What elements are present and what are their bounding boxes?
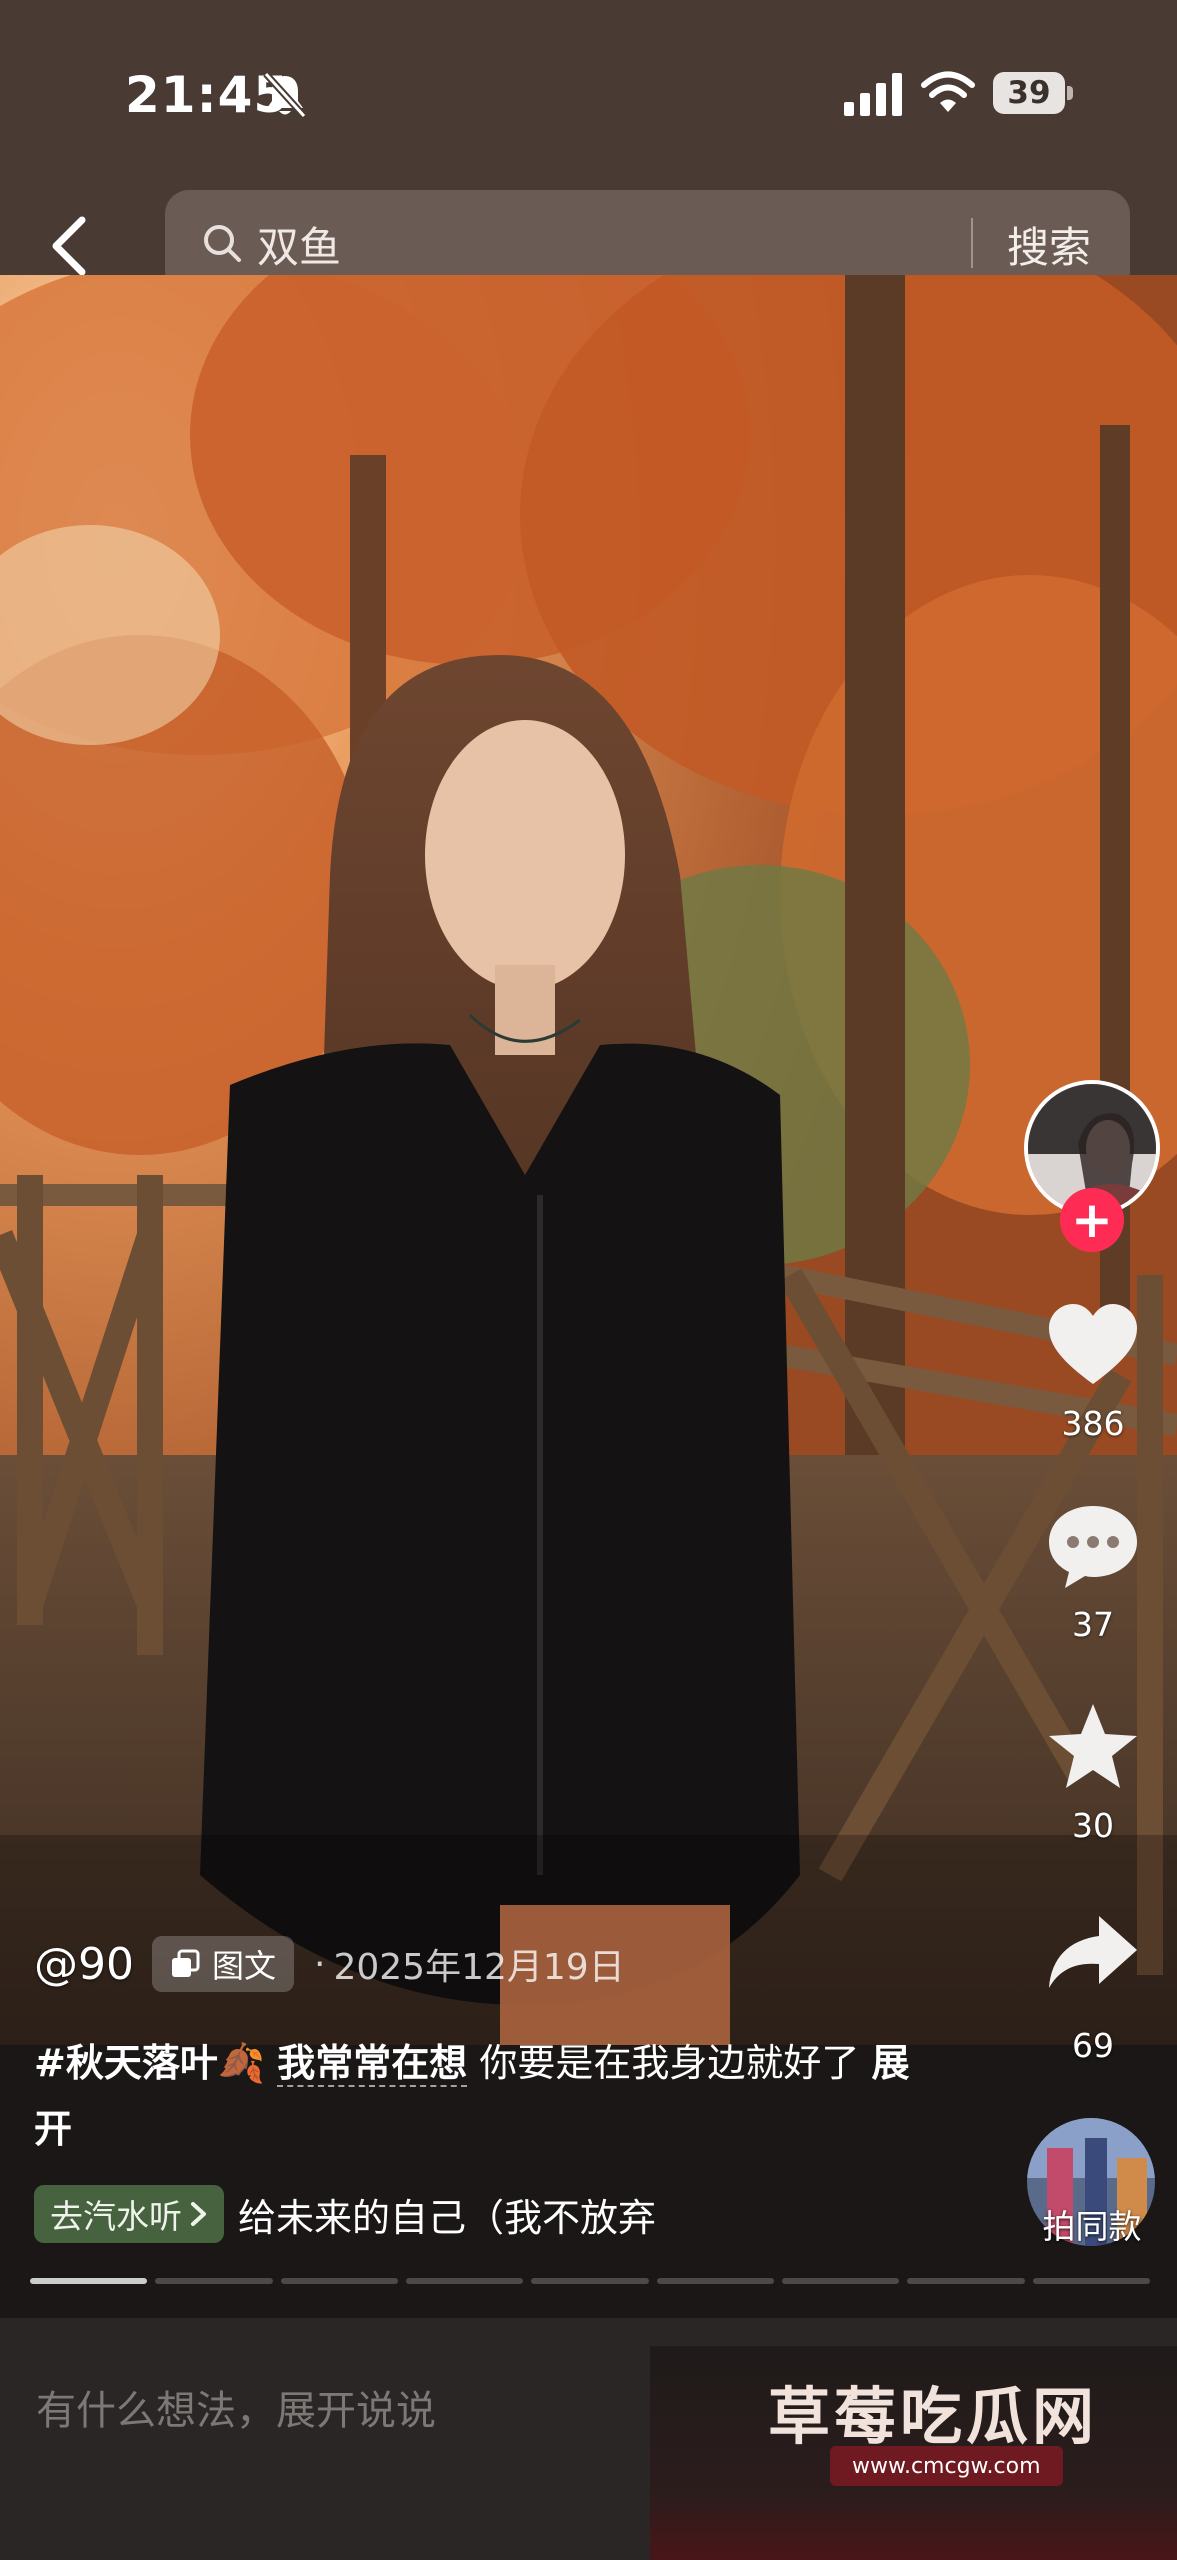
chevron-right-icon	[191, 2202, 206, 2226]
listen-in-qishui-button[interactable]: 去汽水听	[34, 2185, 224, 2243]
page-indicator-segment	[30, 2278, 148, 2284]
watermark-url: www.cmcgw.com	[830, 2446, 1063, 2486]
signal-icon	[844, 73, 902, 116]
music-title[interactable]: 给未来的自己（我不放弃	[238, 2187, 656, 2242]
wifi-icon	[921, 71, 975, 112]
page-indicator-segment	[656, 2278, 774, 2284]
comment-count: 37	[1072, 1605, 1114, 1644]
music-row: 去汽水听 给未来的自己（我不放弃	[34, 2185, 656, 2243]
follow-plus-icon[interactable]: +	[1060, 1188, 1124, 1252]
page-indicator-segment	[405, 2278, 524, 2284]
caption-text: 你要是在我身边就好了	[467, 2041, 860, 2085]
page-indicator-segment	[531, 2278, 649, 2284]
top-bar: 21:45 39 双鱼 搜索	[0, 0, 1177, 295]
bell-slash-icon	[263, 71, 307, 119]
search-divider	[971, 218, 973, 268]
post-type-label: 图文	[212, 1947, 277, 1985]
post-caption[interactable]: #秋天落叶🍂 我常常在想 你要是在我身边就好了 展开	[34, 2030, 934, 2162]
listen-button-label: 去汽水听	[50, 2197, 182, 2236]
hashtag-link[interactable]: #秋天落叶🍂	[34, 2041, 265, 2085]
author-row: @90 图文 · 2025年12月19日	[34, 1932, 625, 1996]
watermark-title: 草莓吃瓜网	[768, 2380, 1099, 2453]
comment-icon[interactable]	[1043, 1496, 1143, 1596]
remix-label[interactable]: 拍同款	[1012, 2200, 1172, 2248]
heart-icon[interactable]	[1043, 1296, 1143, 1396]
page-indicator-segment	[781, 2278, 900, 2284]
battery-tip	[1067, 86, 1073, 100]
star-icon[interactable]	[1043, 1698, 1143, 1798]
post-date: 2025年12月19日	[333, 1947, 625, 1988]
status-bar: 21:45 39	[0, 0, 1177, 190]
post-type-badge: 图文	[152, 1936, 295, 1992]
page-indicator-segment	[155, 2278, 273, 2284]
image-post-icon	[172, 1949, 200, 1977]
watermark-logo: 草莓吃瓜网 www.cmcgw.com	[650, 2346, 1177, 2560]
share-icon[interactable]	[1043, 1904, 1143, 2004]
page-indicator-segment	[907, 2278, 1025, 2284]
page-indicator-segment	[280, 2278, 398, 2284]
comment-bar: 有什么想法，展开说说 草莓吃瓜网 www.cmcgw.com	[0, 2318, 1177, 2560]
back-icon[interactable]	[44, 210, 94, 280]
post-photo[interactable]	[0, 275, 1177, 2045]
search-icon	[204, 225, 241, 262]
author-name[interactable]: @90	[34, 1939, 134, 1990]
photo-illustration	[0, 275, 1177, 2045]
battery-icon: 39	[993, 72, 1073, 114]
post-date-separator: ·	[314, 1943, 326, 1985]
favorite-count: 30	[1072, 1806, 1114, 1845]
comment-input[interactable]: 有什么想法，展开说说	[36, 2378, 436, 2436]
topic-link[interactable]: 我常常在想	[277, 2041, 468, 2087]
search-input[interactable]: 双鱼	[257, 214, 341, 275]
image-page-indicator	[30, 2278, 1150, 2286]
share-count: 69	[1072, 2026, 1114, 2065]
page-indicator-segment	[1032, 2278, 1150, 2284]
search-button[interactable]: 搜索	[1007, 214, 1091, 275]
like-count: 386	[1061, 1404, 1125, 1443]
battery-level: 39	[993, 72, 1065, 114]
